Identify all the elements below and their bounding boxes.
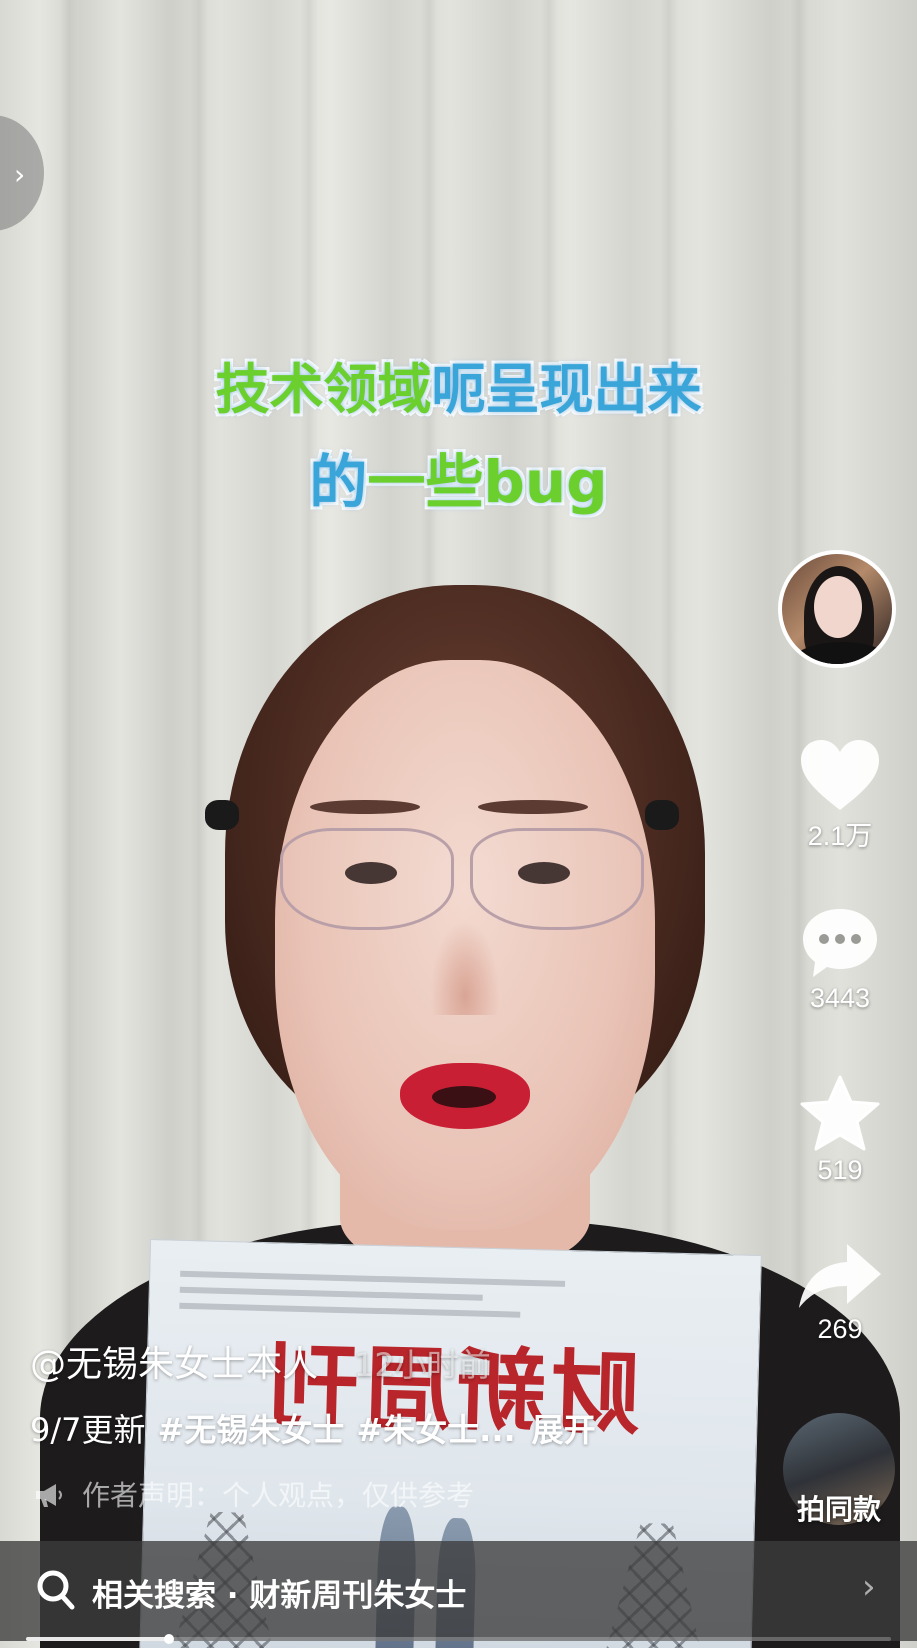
comment-button[interactable]: 3443 [780, 905, 900, 1014]
disclaimer-text: 作者声明：个人观点，仅供参考 [82, 1479, 475, 1512]
star-icon[interactable] [799, 1075, 881, 1153]
chevron-right-icon[interactable]: › [862, 1567, 876, 1607]
progress-knob[interactable] [164, 1634, 174, 1644]
caption-green-text: 一些bug [366, 447, 609, 518]
related-search-text[interactable]: 相关搜索 · 财新周刊朱女士 [92, 1570, 466, 1615]
glasses-lens [470, 828, 644, 930]
video-player-screen[interactable]: 财新周刊 技术领域呃呈现出来 的一些bug › 2.1万 3443 519 26… [0, 0, 917, 1648]
hair-clip [645, 800, 679, 830]
share-count: 269 [817, 1314, 863, 1344]
megaphone-icon [36, 1484, 62, 1507]
favorite-button[interactable]: 519 [780, 1075, 900, 1186]
chevron-right-icon[interactable]: › [14, 158, 25, 191]
avatar-face [814, 576, 862, 638]
author-row: @无锡朱女士本人 12小时前 [30, 1335, 491, 1387]
progress-fill [26, 1637, 169, 1641]
expand-button[interactable]: 展开 [532, 1411, 596, 1449]
hashtag-link[interactable]: #朱女士... [356, 1411, 515, 1449]
hashtag-link[interactable]: #无锡朱女士 [158, 1411, 345, 1449]
heart-icon[interactable] [799, 738, 881, 812]
related-search-bar[interactable]: 相关搜索 · 财新周刊朱女士 › [0, 1541, 917, 1641]
hair-clip [205, 800, 239, 830]
desc-prefix: 9/7更新 [30, 1411, 146, 1449]
search-icon [37, 1570, 75, 1610]
like-button[interactable]: 2.1万 [780, 738, 900, 853]
author-name[interactable]: @无锡朱女士本人 [30, 1344, 318, 1385]
eyebrow [310, 800, 420, 814]
caption-green-text: 技术领域 [214, 357, 433, 423]
chat-bubble-icon[interactable] [800, 905, 880, 981]
author-disclaimer: 作者声明：个人观点，仅供参考 [34, 1474, 474, 1514]
eyebrow [478, 800, 588, 814]
shoot-same-label[interactable]: 拍同款 [760, 1488, 917, 1528]
glasses-lens [280, 828, 454, 930]
share-arrow-icon[interactable] [797, 1242, 883, 1312]
comment-count: 3443 [809, 983, 871, 1013]
author-avatar[interactable] [778, 550, 896, 668]
post-description: 9/7更新 #无锡朱女士 #朱女士... 展开 [30, 1405, 596, 1451]
caption-blue-text: 呃呈现出来 [430, 357, 703, 423]
video-caption-line1: 技术领域呃呈现出来 [0, 345, 917, 424]
like-count: 2.1万 [807, 821, 873, 851]
share-button[interactable]: 269 [780, 1242, 900, 1345]
post-time: 12小时前 [354, 1346, 491, 1384]
nose [430, 920, 500, 1015]
caption-blue-text: 的 [308, 447, 369, 518]
favorite-count: 519 [817, 1155, 863, 1185]
video-caption-line2: 的一些bug [0, 435, 917, 519]
mouth-inner [432, 1086, 496, 1108]
